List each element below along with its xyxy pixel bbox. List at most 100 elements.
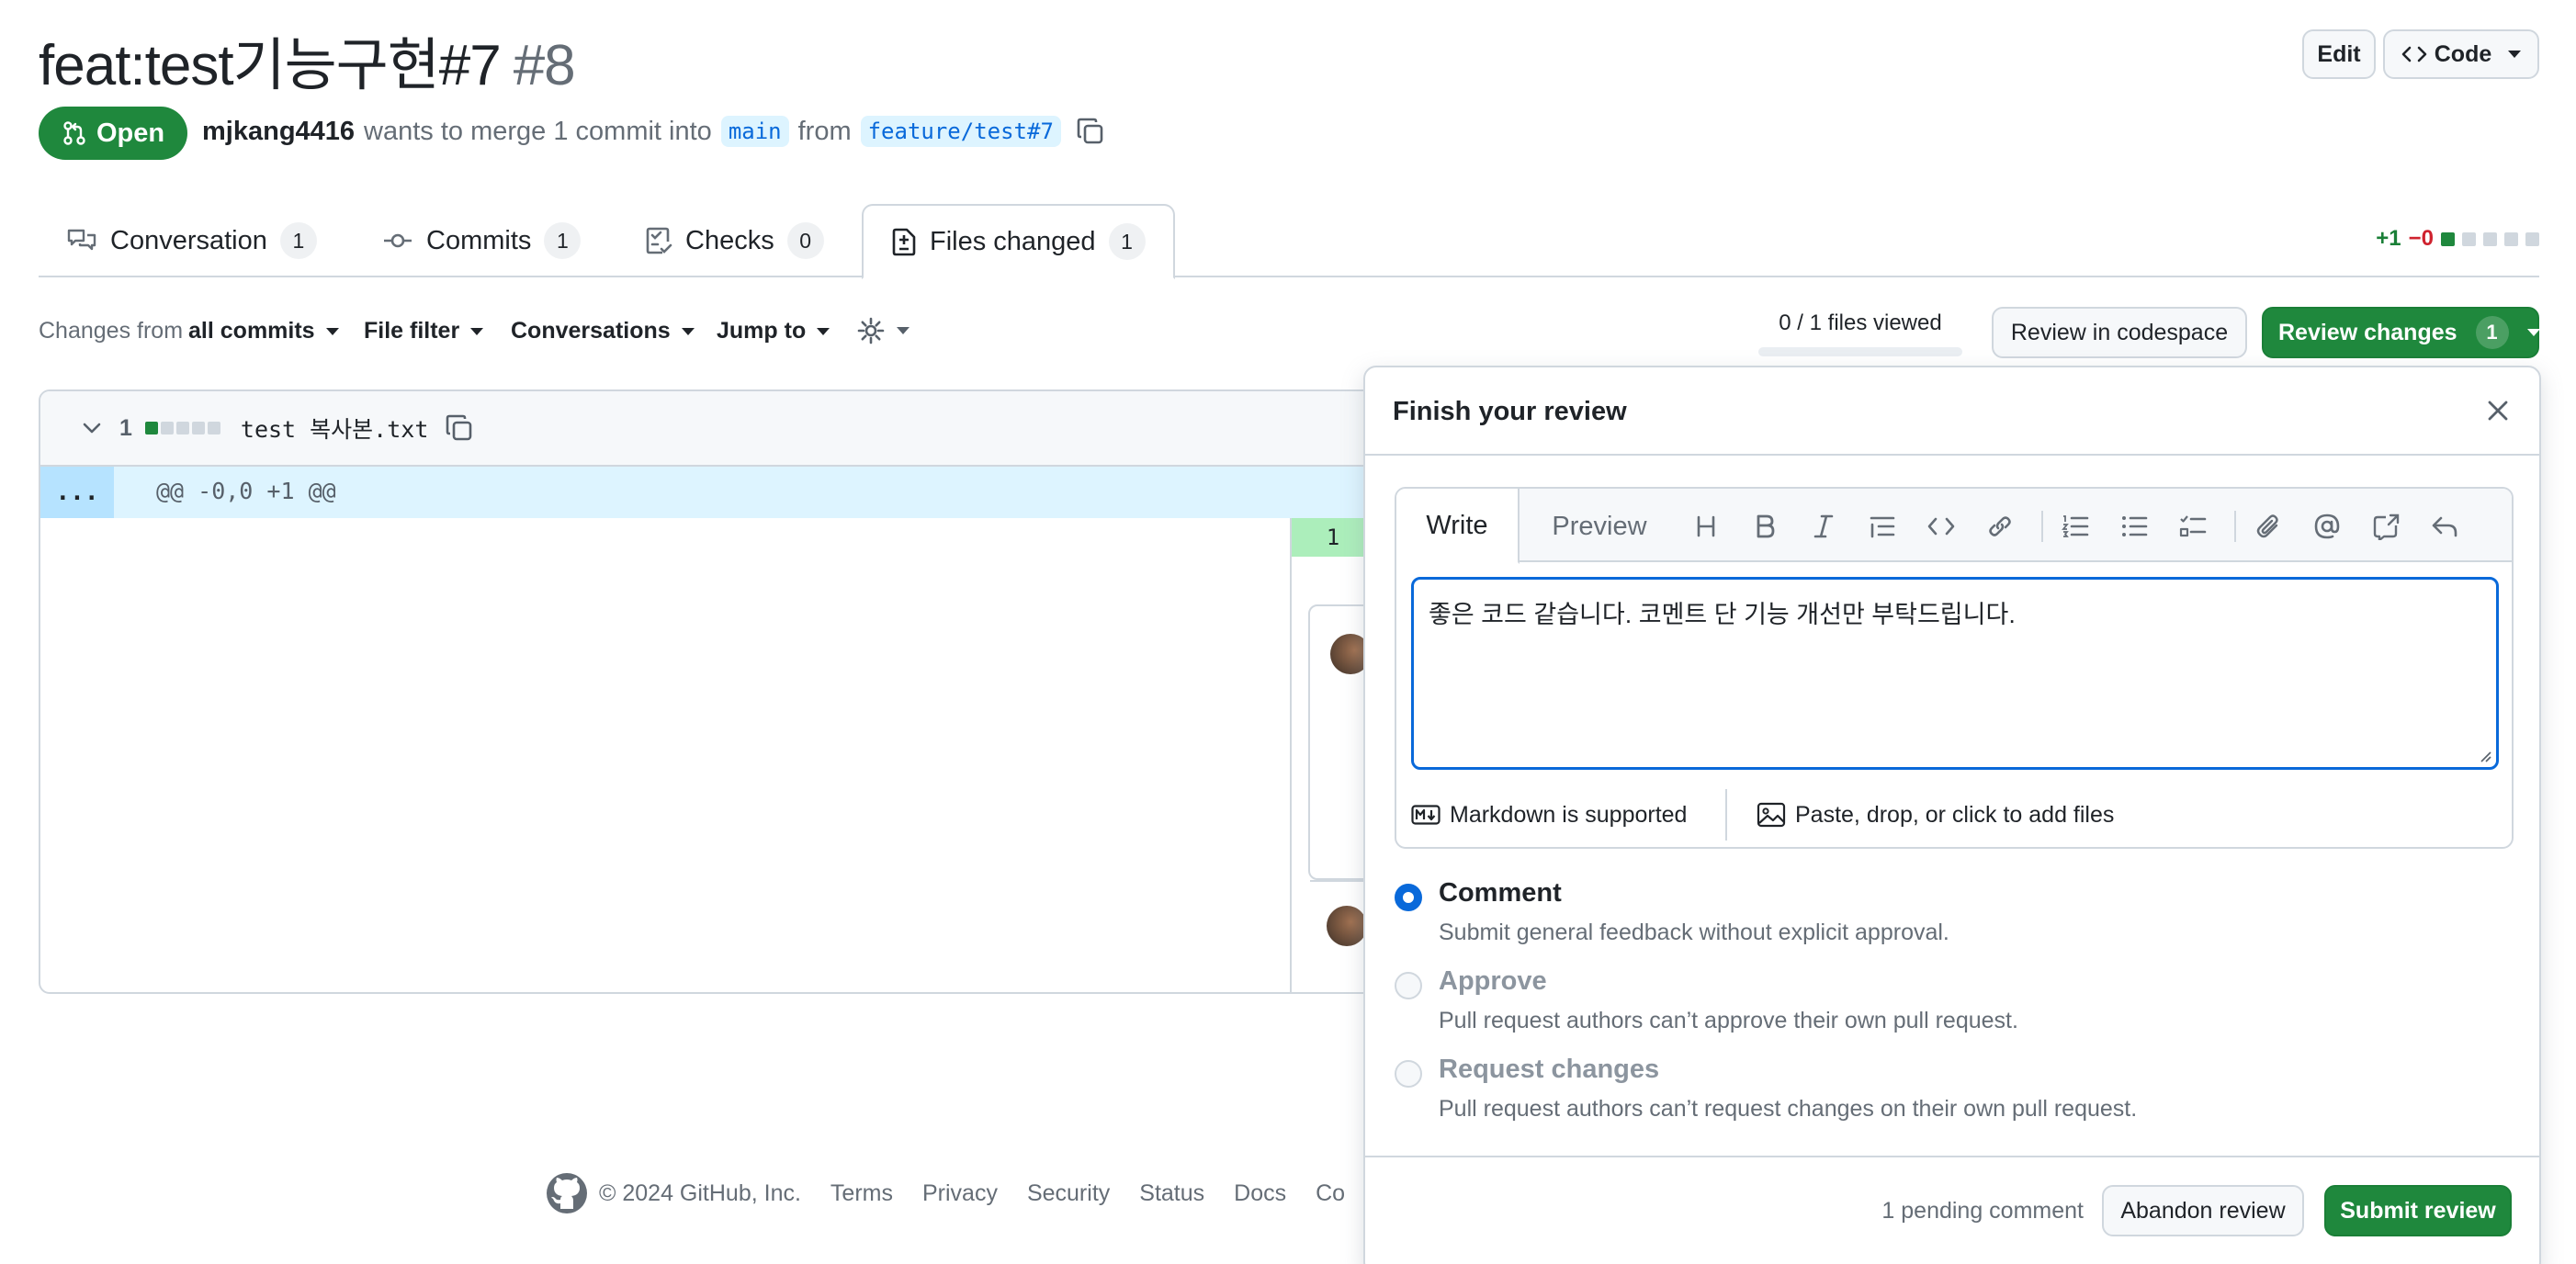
diffstat-block (207, 422, 220, 434)
finish-review-dialog: Finish your review Write Preview 좋은 코드 같… (1363, 366, 2541, 1264)
chevron-down-icon (325, 327, 339, 335)
task-list-icon[interactable] (2175, 509, 2210, 544)
copy-icon[interactable] (445, 413, 474, 443)
review-option-comment[interactable]: Comment Submit general feedback without … (1395, 878, 1949, 946)
bold-icon[interactable] (1747, 509, 1782, 544)
diffstat-block (2504, 231, 2518, 246)
pr-merge-text: wants to merge 1 commit into (364, 116, 712, 146)
chevron-down-icon (897, 327, 910, 334)
changes-from-dropdown[interactable]: Changes from all commits (39, 318, 339, 344)
diffstat-block (2462, 231, 2476, 246)
changes-from-value: all commits (188, 318, 315, 344)
paperclip-icon[interactable] (2251, 509, 2286, 544)
radio-comment[interactable] (1395, 884, 1422, 911)
pr-tabs: Conversation 1 Commits 1 Checks 0 Files … (39, 204, 2539, 279)
review-comment-textarea[interactable]: 좋은 코드 같습니다. 코멘트 단 기능 개선만 부탁드립니다. (1411, 577, 2499, 770)
review-option-approve: Approve Pull request authors can’t appro… (1395, 966, 2018, 1034)
radio-request-changes (1395, 1060, 1422, 1088)
diff-settings-dropdown[interactable] (856, 316, 910, 345)
jump-to-dropdown[interactable]: Jump to (717, 318, 830, 344)
expand-hunk-button[interactable]: ... (40, 467, 114, 518)
tab-files-changed-count: 1 (1108, 223, 1146, 260)
footer-link-security[interactable]: Security (1027, 1180, 1110, 1207)
attach-files-label: Paste, drop, or click to add files (1795, 801, 2115, 828)
tab-write[interactable]: Write (1396, 489, 1520, 564)
chevron-down-icon (817, 327, 830, 335)
review-option-request-changes: Request changes Pull request authors can… (1395, 1055, 2137, 1123)
review-changes-button[interactable]: Review changes 1 (2262, 307, 2540, 358)
code-icon[interactable] (1924, 509, 1959, 544)
file-filter-label: File filter (364, 318, 460, 344)
ordered-list-icon[interactable] (2058, 509, 2093, 544)
italic-icon[interactable] (1806, 509, 1841, 544)
unordered-list-icon[interactable] (2117, 509, 2152, 544)
file-name[interactable]: test 복사본.txt (241, 412, 428, 445)
review-changes-count: 1 (2475, 316, 2509, 349)
tab-files-changed[interactable]: Files changed 1 (862, 204, 1175, 279)
review-in-codespace-button[interactable]: Review in codespace (1992, 307, 2247, 358)
conversations-label: Conversations (511, 318, 671, 344)
github-logo-icon[interactable] (546, 1172, 588, 1214)
footer-link-docs[interactable]: Docs (1234, 1180, 1286, 1207)
head-branch[interactable]: feature/test#7 (860, 116, 1061, 147)
attach-files-button[interactable]: Paste, drop, or click to add files (1727, 802, 2114, 829)
line-number[interactable]: 1 (1292, 518, 1374, 557)
avatar (1327, 906, 1367, 946)
tab-commits-count: 1 (544, 222, 582, 259)
pr-meta: mjkang4416 wants to merge 1 commit into … (202, 116, 1105, 147)
resize-handle-icon[interactable] (2480, 750, 2492, 763)
review-option-request-changes-description: Pull request authors can’t request chang… (1439, 1096, 2138, 1122)
review-comment-text: 좋은 코드 같습니다. 코멘트 단 기능 개선만 부탁드립니다. (1429, 601, 2016, 628)
footer-link-status[interactable]: Status (1139, 1180, 1204, 1207)
markdown-icon (1411, 805, 1441, 825)
gear-icon (856, 316, 886, 345)
chevron-down-icon[interactable] (81, 417, 103, 439)
hunk-header: @@ -0,0 +1 @@ (156, 478, 336, 504)
files-viewed-counter: 0 / 1 files viewed (1758, 310, 1962, 356)
submit-review-button[interactable]: Submit review (2324, 1185, 2512, 1236)
mention-icon[interactable] (2310, 509, 2344, 544)
conversations-dropdown[interactable]: Conversations (511, 318, 695, 344)
checklist-icon (645, 226, 672, 255)
footer-link-terms[interactable]: Terms (830, 1180, 893, 1207)
diffstat-block (144, 422, 158, 434)
chevron-down-icon (681, 327, 695, 335)
chevron-down-icon (2526, 329, 2540, 336)
footer-link-contact[interactable]: Co (1316, 1180, 1345, 1207)
close-icon[interactable] (2484, 397, 2512, 424)
tab-checks[interactable]: Checks 0 (645, 204, 824, 277)
quote-icon[interactable] (1865, 509, 1900, 544)
review-option-request-changes-label: Request changes (1439, 1055, 1660, 1084)
toolbar-divider (2234, 511, 2236, 542)
footer-copyright: © 2024 GitHub, Inc. (599, 1179, 801, 1206)
git-pull-request-icon (62, 120, 87, 146)
pr-state-badge: Open (39, 107, 187, 160)
reply-icon[interactable] (2427, 509, 2462, 544)
cross-reference-icon[interactable] (2368, 509, 2403, 544)
diffstat-block (2525, 231, 2539, 246)
footer-link-privacy[interactable]: Privacy (922, 1180, 998, 1207)
heading-icon[interactable] (1689, 509, 1723, 544)
base-branch[interactable]: main (720, 116, 789, 147)
tab-commits[interactable]: Commits 1 (382, 204, 582, 277)
review-option-comment-description: Submit general feedback without explicit… (1439, 920, 1949, 945)
tab-conversation[interactable]: Conversation 1 (66, 204, 317, 277)
radio-approve (1395, 972, 1422, 999)
chevron-down-icon (470, 327, 484, 335)
edit-button[interactable]: Edit (2302, 29, 2376, 79)
tab-preview[interactable]: Preview (1521, 489, 1678, 564)
link-icon[interactable] (1983, 509, 2017, 544)
tab-checks-label: Checks (685, 225, 774, 255)
pr-author-link[interactable]: mjkang4416 (202, 117, 355, 147)
submit-review-label: Submit review (2340, 1197, 2496, 1224)
code-button[interactable]: Code (2383, 29, 2539, 79)
pr-state-label: Open (96, 118, 165, 148)
markdown-supported-link[interactable]: Markdown is supported (1396, 789, 1727, 841)
review-option-approve-label: Approve (1439, 966, 1547, 996)
editor-footer: Markdown is supported Paste, drop, or cl… (1396, 781, 2512, 847)
copy-icon[interactable] (1076, 117, 1105, 146)
markdown-supported-label: Markdown is supported (1450, 801, 1688, 828)
file-filter-dropdown[interactable]: File filter (364, 318, 484, 344)
abandon-review-button[interactable]: Abandon review (2102, 1185, 2304, 1236)
diffstat-block (160, 422, 174, 434)
